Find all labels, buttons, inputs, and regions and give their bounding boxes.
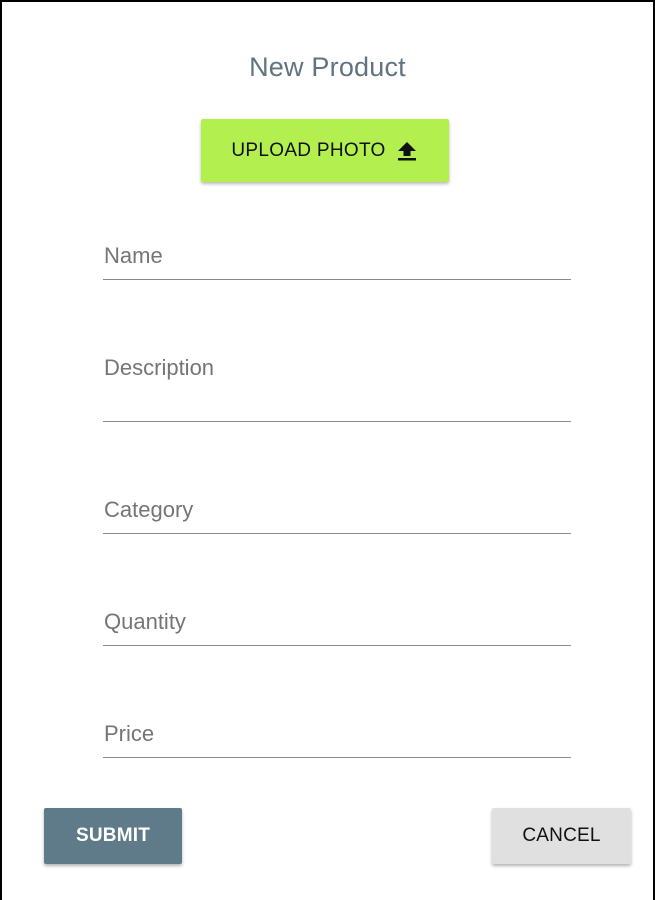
name-input[interactable] — [103, 242, 571, 272]
price-input[interactable] — [103, 720, 571, 750]
quantity-field[interactable]: Quantity — [103, 596, 571, 646]
description-input[interactable] — [103, 354, 571, 414]
cancel-button[interactable]: CANCEL — [492, 808, 631, 864]
category-input[interactable] — [103, 496, 571, 526]
submit-button[interactable]: SUBMIT — [44, 808, 182, 864]
new-product-dialog: New Product UPLOAD PHOTO Name Descriptio… — [0, 0, 655, 900]
dialog-title: New Product — [249, 52, 406, 82]
description-field[interactable]: Description — [103, 342, 571, 422]
category-field[interactable]: Category — [103, 484, 571, 534]
upload-photo-button[interactable]: UPLOAD PHOTO — [201, 119, 449, 182]
upload-arrow-icon — [395, 139, 419, 163]
quantity-input[interactable] — [103, 608, 571, 638]
name-field[interactable]: Name — [103, 230, 571, 280]
upload-photo-label: UPLOAD PHOTO — [231, 139, 386, 161]
price-field[interactable]: Price — [103, 708, 571, 758]
